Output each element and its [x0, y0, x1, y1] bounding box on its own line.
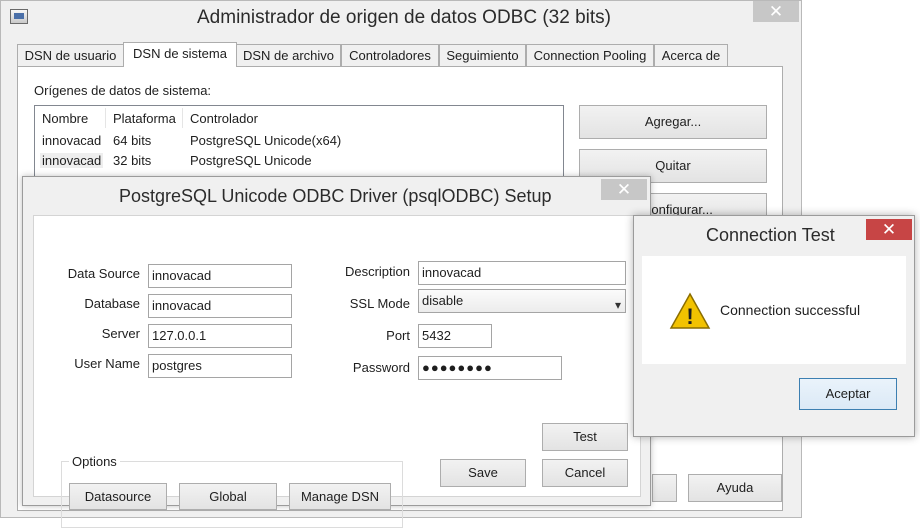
close-icon[interactable]: ✕ — [866, 219, 912, 240]
close-icon[interactable]: ✕ — [601, 179, 647, 200]
user-name-field[interactable]: postgres — [148, 354, 292, 378]
tab-controladores[interactable]: Controladores — [341, 44, 439, 66]
server-label: Server — [101, 326, 140, 341]
add-button[interactable]: Agregar... — [579, 105, 767, 139]
dsn-list[interactable]: Nombre Plataforma Controlador innovacad … — [34, 105, 564, 177]
odbc-app-icon — [10, 9, 28, 24]
window-title: Administrador de origen de datos ODBC (3… — [197, 7, 611, 28]
tab-dsn-sistema[interactable]: DSN de sistema — [123, 42, 237, 67]
table-row[interactable]: innovacad 64 bits PostgreSQL Unicode(x64… — [35, 130, 563, 150]
warning-glyph: ! — [686, 304, 693, 329]
datasource-button[interactable]: Datasource — [69, 483, 167, 510]
setup-form: Data Source Database Server User Name in… — [33, 215, 641, 528]
help-button[interactable]: Ayuda — [688, 474, 782, 502]
tab-dsn-usuario[interactable]: DSN de usuario — [17, 44, 124, 66]
column-divider — [182, 108, 183, 128]
row-name: innovacad — [40, 153, 104, 168]
tab-connection-pooling[interactable]: Connection Pooling — [526, 44, 654, 66]
row-driver: PostgreSQL Unicode(x64) — [190, 133, 342, 148]
column-header-name[interactable]: Nombre — [42, 111, 88, 126]
title-bar: Administrador de origen de datos ODBC (3… — [1, 1, 801, 34]
tab-dsn-archivo[interactable]: DSN de archivo — [236, 44, 341, 66]
conn-dialog-title: Connection Test — [706, 225, 835, 245]
data-source-field[interactable]: innovacad — [148, 264, 292, 288]
partial-button[interactable] — [652, 474, 677, 502]
row-platform: 64 bits — [113, 133, 152, 148]
column-header-driver[interactable]: Controlador — [190, 111, 258, 126]
column-header-platform[interactable]: Plataforma — [113, 111, 176, 126]
cancel-button[interactable]: Cancel — [542, 459, 628, 487]
global-button[interactable]: Global — [179, 483, 277, 510]
database-field[interactable]: innovacad — [148, 294, 292, 318]
tab-seguimiento[interactable]: Seguimiento — [439, 44, 526, 66]
conn-title-bar: Connection Test ✕ — [634, 216, 914, 256]
options-label: Options — [69, 454, 120, 469]
ok-button[interactable]: Aceptar — [799, 378, 897, 410]
port-field[interactable]: 5432 — [418, 324, 492, 348]
tab-acerca-de[interactable]: Acerca de — [654, 44, 728, 66]
close-icon[interactable]: ✕ — [753, 1, 799, 22]
description-field[interactable]: innovacad — [418, 261, 626, 285]
ssl-mode-select[interactable]: disable ▾ — [418, 289, 626, 313]
setup-dialog-title: PostgreSQL Unicode ODBC Driver (psqlODBC… — [119, 186, 552, 206]
manage-dsn-button[interactable]: Manage DSN — [289, 483, 391, 510]
warning-icon: ! — [669, 292, 711, 329]
port-label: Port — [386, 328, 410, 343]
ssl-mode-label: SSL Mode — [349, 296, 410, 311]
row-platform: 32 bits — [113, 153, 152, 168]
ssl-mode-value: disable — [422, 293, 464, 308]
password-label: Password — [352, 360, 410, 375]
sources-label: Orígenes de datos de sistema: — [34, 83, 212, 98]
password-field[interactable]: ●●●●●●●● — [418, 356, 562, 380]
row-name: innovacad — [42, 133, 102, 148]
description-label: Description — [344, 264, 410, 279]
psqlodbc-setup-dialog: PostgreSQL Unicode ODBC Driver (psqlODBC… — [22, 176, 651, 528]
user-name-label: User Name — [74, 356, 140, 371]
column-divider — [105, 108, 106, 128]
connection-test-dialog: Connection Test ✕ ! Connection successfu… — [633, 215, 915, 437]
row-driver: PostgreSQL Unicode — [190, 153, 312, 168]
table-row[interactable]: innovacad 32 bits PostgreSQL Unicode — [35, 150, 563, 170]
chevron-down-icon: ▾ — [614, 298, 621, 312]
data-source-label: Data Source — [67, 266, 140, 281]
save-button[interactable]: Save — [440, 459, 526, 487]
database-label: Database — [84, 296, 140, 311]
test-button[interactable]: Test — [542, 423, 628, 451]
conn-message: Connection successful — [720, 302, 861, 318]
server-field[interactable]: 127.0.0.1 — [148, 324, 292, 348]
setup-title-bar: PostgreSQL Unicode ODBC Driver (psqlODBC… — [23, 177, 650, 217]
